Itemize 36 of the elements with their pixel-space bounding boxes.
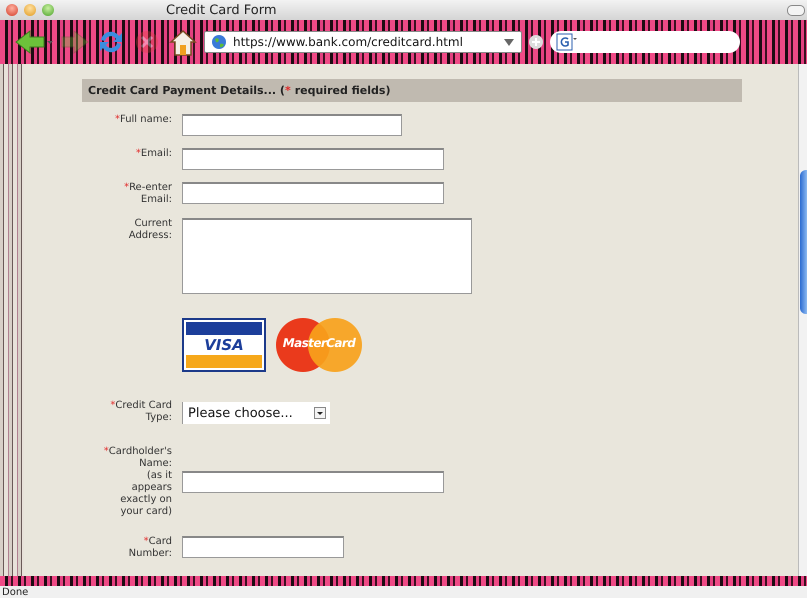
field-label: *Credit Card Type: xyxy=(109,400,172,424)
plus-icon[interactable] xyxy=(528,34,544,50)
address-field[interactable]: https://www.bank.com/creditcard.html xyxy=(204,31,522,53)
toolbar-toggle-button[interactable] xyxy=(787,5,805,16)
back-arrow-icon[interactable] xyxy=(14,27,54,57)
field-label: *Cardholder's Name: xyxy=(102,446,172,470)
field-note: (as it appears exactly on your card) xyxy=(119,470,172,518)
heading-note: required fields) xyxy=(294,84,390,97)
field-label: *Re-enter Email: xyxy=(123,182,172,206)
heading-text: Credit Card Payment Details... ( xyxy=(88,84,285,97)
search-engine-icon[interactable] xyxy=(556,33,578,51)
field-label: *Full name: xyxy=(114,114,172,126)
caret-icon[interactable] xyxy=(503,37,515,47)
field-label: *Card Number: xyxy=(128,536,172,560)
home-icon[interactable] xyxy=(168,27,198,57)
field-label: *Email: xyxy=(136,148,172,160)
field-label: Current Address: xyxy=(128,218,172,242)
search-field[interactable] xyxy=(550,31,740,53)
url-text: https://www.bank.com/creditcard.html xyxy=(233,35,464,49)
address-field[interactable] xyxy=(182,218,472,294)
zoom-button[interactable] xyxy=(42,4,54,16)
text-field[interactable] xyxy=(182,471,444,493)
card-type-dropdown[interactable]: Please choose... xyxy=(182,402,330,424)
visa-logo-text: VISA xyxy=(203,337,245,353)
globe-icon xyxy=(211,34,227,50)
scrollbar-thumb[interactable] xyxy=(800,170,807,314)
status-text: Done xyxy=(2,587,28,598)
required-mark: * xyxy=(284,84,291,97)
text-field[interactable] xyxy=(182,536,344,558)
window-title: Credit Card Form xyxy=(166,2,277,18)
mastercard-logo-text: MasterCard xyxy=(282,336,357,350)
scrollbar[interactable] xyxy=(798,64,807,576)
text-field[interactable] xyxy=(182,182,444,204)
close-button[interactable] xyxy=(6,4,18,16)
text-field[interactable] xyxy=(182,114,402,136)
text-field[interactable] xyxy=(182,148,444,170)
